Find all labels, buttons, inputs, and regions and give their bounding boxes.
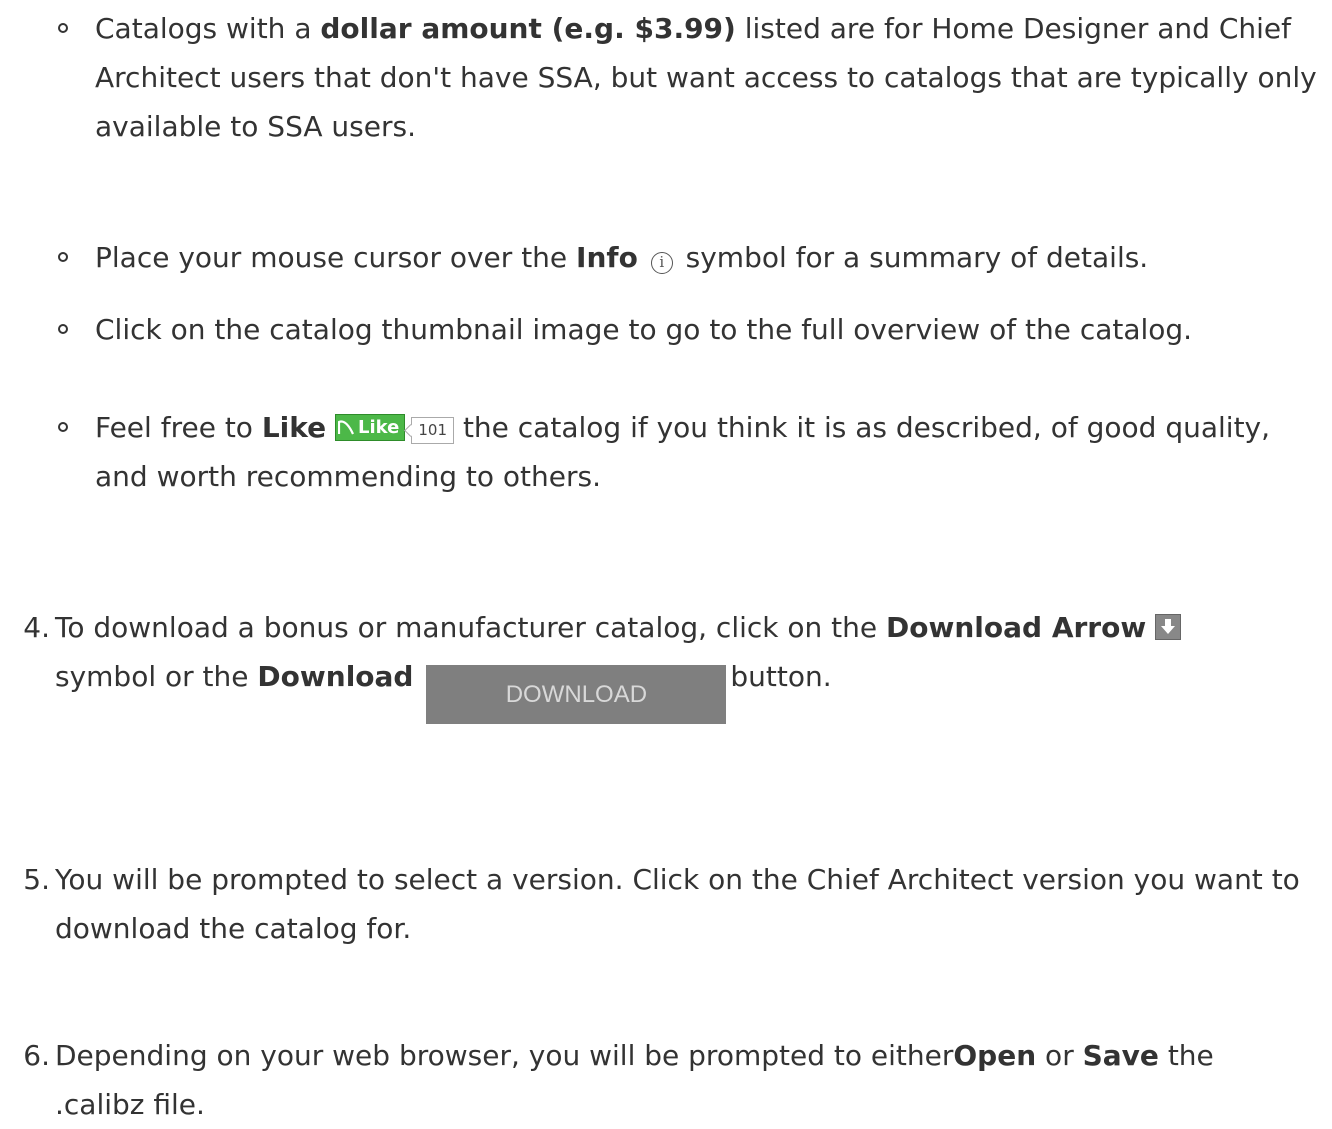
bullet-bold-text: dollar amount (e.g. $3.99)	[320, 12, 736, 45]
step-bold-text: Download	[257, 660, 414, 693]
step-text: symbol or the	[55, 660, 258, 693]
like-count: 101	[411, 417, 455, 444]
download-arrow-icon[interactable]	[1155, 614, 1182, 640]
info-icon[interactable]: i	[650, 252, 673, 274]
bullet-marker	[58, 252, 68, 262]
step-number: 4.	[23, 611, 50, 644]
bullet-text: symbol for a summary of details.	[676, 241, 1149, 274]
bullet-text: Place your mouse cursor over the	[95, 241, 577, 274]
bullet-item-like: Feel free to Like Like 101 the catalog if…	[95, 403, 1325, 501]
download-button[interactable]: Download	[426, 665, 727, 724]
step-bold-text: Open	[953, 1039, 1037, 1072]
bullet-item-info: Place your mouse cursor over the Info i …	[95, 233, 1325, 282]
like-button-label: Like	[358, 416, 400, 438]
step-text: To download a bonus or manufacturer cata…	[55, 611, 887, 644]
bullet-text: Click on the catalog thumbnail image to …	[95, 313, 1193, 346]
bullet-item-dollar-amount: Catalogs with a dollar amount (e.g. $3.9…	[95, 4, 1325, 151]
step-number: 5.	[23, 863, 50, 896]
step-text: You will be prompted to select a version…	[55, 863, 1300, 945]
bullet-marker	[58, 23, 68, 33]
step-text: Depending on your web browser, you will …	[55, 1039, 954, 1072]
step-text: button.	[730, 660, 832, 693]
bullet-bold-text: Info	[576, 241, 638, 274]
bullet-text: Feel free to	[95, 411, 262, 444]
step-bold-text: Download Arrow	[886, 611, 1147, 644]
like-button[interactable]: Like	[335, 413, 406, 441]
step-download: To download a bonus or manufacturer cata…	[55, 603, 1325, 724]
bullet-text: Catalogs with a	[95, 12, 321, 45]
bullet-marker	[58, 324, 68, 334]
bullet-item-thumbnail: Click on the catalog thumbnail image to …	[95, 305, 1325, 354]
step-select-version: You will be prompted to select a version…	[55, 855, 1330, 953]
step-text: or	[1036, 1039, 1083, 1072]
like-arc-icon	[338, 420, 355, 435]
step-open-save: Depending on your web browser, you will …	[55, 1031, 1295, 1129]
bullet-marker	[58, 422, 68, 432]
step-number: 6.	[23, 1039, 50, 1072]
bullet-bold-text: Like	[261, 411, 327, 444]
step-bold-text: Save	[1082, 1039, 1159, 1072]
